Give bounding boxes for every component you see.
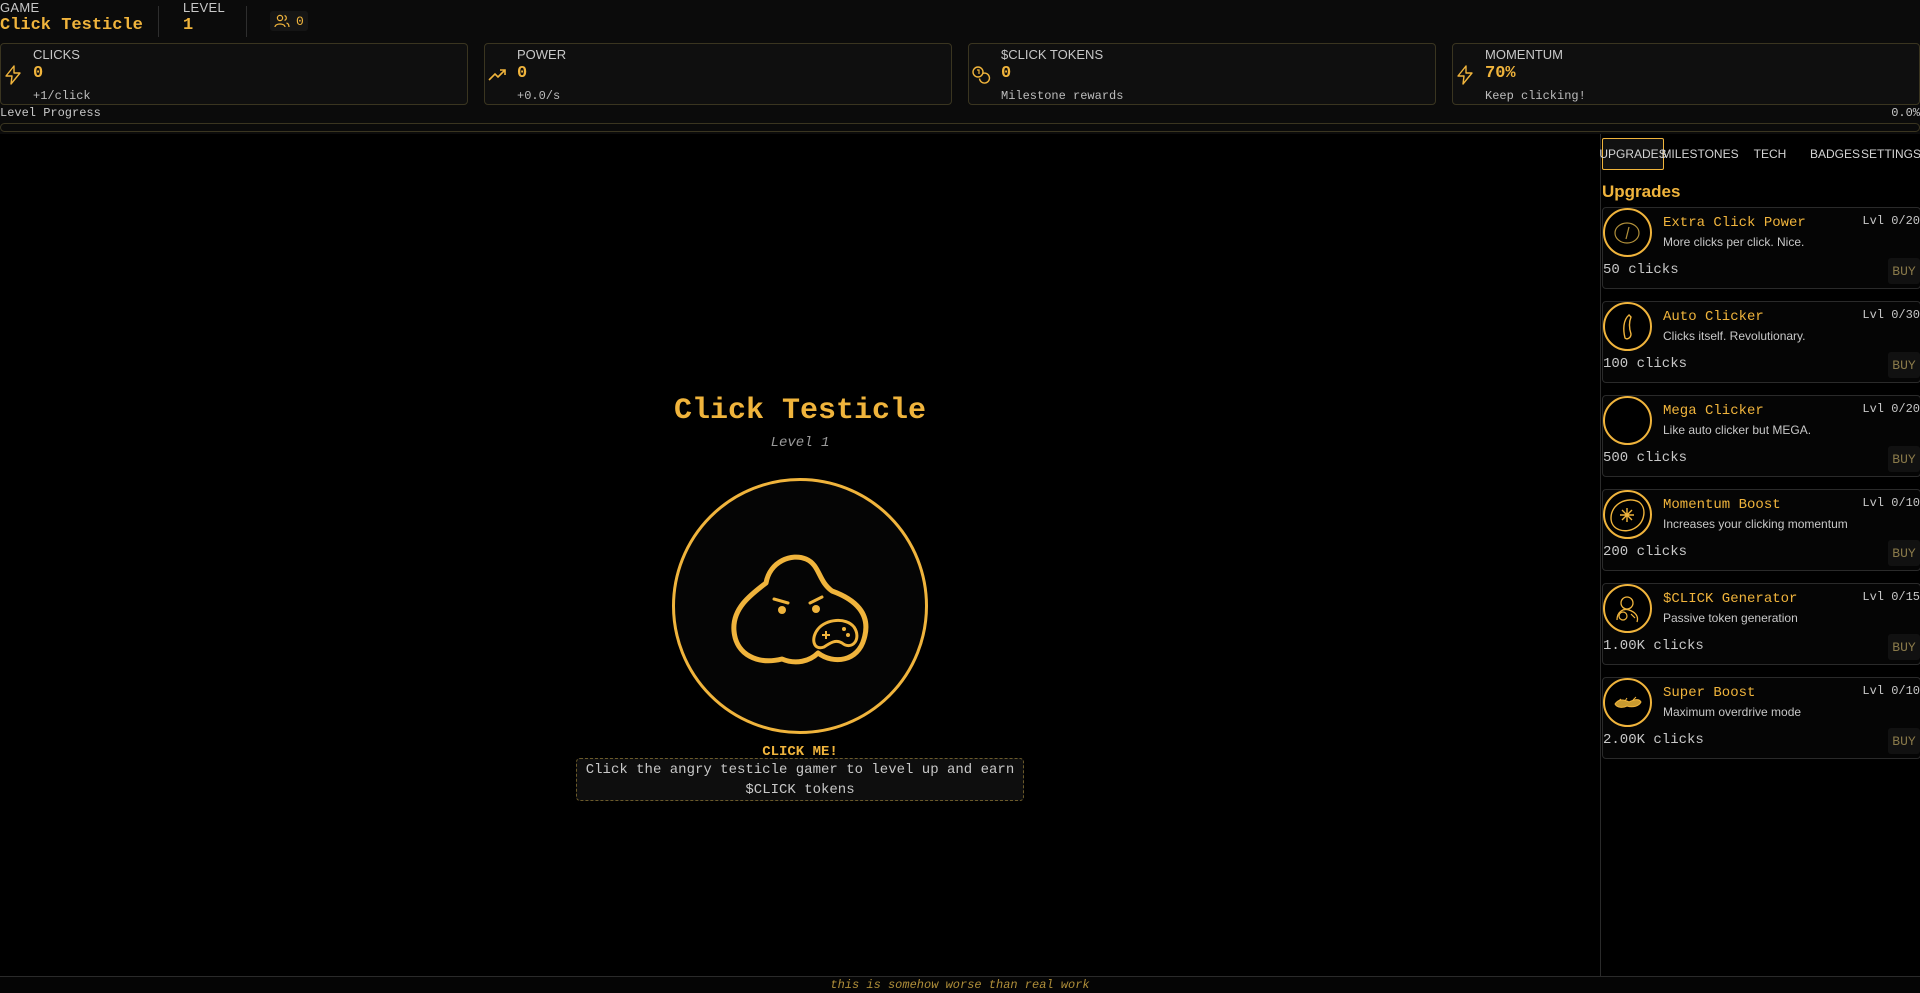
- players-count: 0: [296, 13, 304, 29]
- upgrade-level: Lvl 0/20: [1862, 402, 1920, 416]
- upgrade-cost: 200 clicks: [1603, 544, 1688, 560]
- players-indicator[interactable]: 0: [270, 11, 308, 31]
- tab-settings[interactable]: SETTINGS: [1860, 138, 1920, 170]
- upgrade-card-extra-click-power: Extra Click Power More clicks per click.…: [1602, 207, 1920, 289]
- upgrades-heading: Upgrades: [1602, 182, 1681, 201]
- auto-clicker-icon: [1623, 314, 1632, 340]
- upgrade-icon: [1603, 678, 1652, 727]
- upgrade-name: Mega Clicker: [1663, 403, 1764, 419]
- upgrade-desc: Increases your clicking momentum: [1663, 517, 1848, 531]
- upgrade-icon: [1603, 396, 1652, 445]
- angry-testicle-gamer-icon: [731, 554, 869, 665]
- game-name: Click Testicle: [0, 16, 143, 35]
- upgrade-level: Lvl 0/20: [1862, 214, 1920, 228]
- buy-button[interactable]: BUY: [1888, 352, 1920, 378]
- stat-sub: +0.0/s: [517, 89, 561, 103]
- upgrade-desc: Maximum overdrive mode: [1663, 705, 1802, 719]
- upgrade-card-click-generator: $CLICK Generator Passive token generatio…: [1602, 583, 1920, 665]
- upgrade-card-momentum-boost: Momentum Boost Increases your clicking m…: [1602, 489, 1920, 571]
- stat-label: CLICKS: [33, 47, 80, 62]
- upgrade-level: Lvl 0/10: [1862, 496, 1920, 510]
- upgrade-cost: 100 clicks: [1603, 356, 1688, 372]
- game-level-text: Level 1: [770, 435, 830, 451]
- level-value: 1: [183, 16, 194, 35]
- testicle-click-button[interactable]: [672, 478, 928, 734]
- upgrade-name: Momentum Boost: [1663, 497, 1781, 513]
- upgrade-icon: [1603, 302, 1652, 351]
- game-title: Click Testicle: [673, 394, 927, 428]
- upgrade-cost: 2.00K clicks: [1603, 732, 1704, 748]
- sidebar-tabs: UPGRADES MILESTONES TECH BADGES SETTINGS: [1599, 136, 1920, 170]
- stat-card-clicks: CLICKS 0 +1/click: [0, 43, 468, 105]
- click-power-icon: [1614, 222, 1640, 244]
- upgrade-desc: Clicks itself. Revolutionary.: [1663, 329, 1806, 343]
- header-divider: [246, 6, 247, 37]
- upgrade-card-super-boost: Super Boost Maximum overdrive mode Lvl 0…: [1602, 677, 1920, 759]
- header-divider: [158, 6, 159, 37]
- token-generator-icon: [1616, 596, 1639, 623]
- buy-button[interactable]: BUY: [1888, 258, 1920, 284]
- tab-tech[interactable]: TECH: [1744, 138, 1796, 170]
- tab-badges[interactable]: BADGES: [1802, 138, 1868, 170]
- tab-upgrades[interactable]: UPGRADES: [1599, 138, 1667, 170]
- game-label: GAME: [0, 0, 40, 15]
- buy-button[interactable]: BUY: [1888, 728, 1920, 754]
- users-icon: [274, 14, 290, 28]
- stat-value: 0: [517, 64, 528, 83]
- top-header: GAME Click Testicle LEVEL 1 0: [0, 0, 1920, 43]
- level-label: LEVEL: [183, 0, 225, 15]
- stats-bar: CLICKS 0 +1/click POWER 0 +0.0/s $CLICK …: [0, 43, 1920, 106]
- coins-icon: [972, 66, 991, 84]
- buy-button[interactable]: BUY: [1888, 634, 1920, 660]
- upgrade-desc: Passive token generation: [1663, 611, 1798, 625]
- lightning-icon: [1457, 65, 1473, 85]
- stat-card-power: POWER 0 +0.0/s: [484, 43, 952, 105]
- buy-button[interactable]: BUY: [1888, 446, 1920, 472]
- upgrade-cost: 50 clicks: [1603, 262, 1679, 278]
- sidebar: UPGRADES MILESTONES TECH BADGES SETTINGS…: [1599, 134, 1920, 976]
- game-area: Click Testicle Level 1 CLICK ME! Click t…: [0, 134, 1600, 976]
- buy-button[interactable]: BUY: [1888, 540, 1920, 566]
- upgrade-icon: [1603, 490, 1652, 539]
- progress-bar: [0, 123, 1920, 132]
- lightning-icon: [5, 65, 21, 85]
- stat-card-momentum: MOMENTUM 70% Keep clicking!: [1452, 43, 1920, 105]
- upgrade-icon: [1603, 208, 1652, 257]
- stat-sub: Milestone rewards: [1001, 89, 1124, 103]
- stat-label: POWER: [517, 47, 567, 62]
- super-boost-icon: [1614, 696, 1642, 708]
- level-progress: Level Progress 0.0%: [0, 106, 1920, 134]
- stat-sub: +1/click: [33, 89, 91, 103]
- stat-value: 70%: [1485, 64, 1516, 83]
- upgrade-level: Lvl 0/30: [1862, 308, 1920, 322]
- upgrade-level: Lvl 0/15: [1862, 590, 1920, 604]
- upgrade-desc: Like auto clicker but MEGA.: [1663, 423, 1812, 437]
- stat-card-tokens: $CLICK TOKENS 0 Milestone rewards: [968, 43, 1436, 105]
- momentum-boost-icon: [1610, 499, 1645, 532]
- stat-label: $CLICK TOKENS: [1001, 47, 1104, 62]
- upgrade-cost: 1.00K clicks: [1603, 638, 1704, 654]
- stat-sub: Keep clicking!: [1485, 89, 1586, 103]
- footer-tagline: this is somehow worse than real work: [0, 976, 1920, 993]
- upgrade-name: Auto Clicker: [1663, 309, 1764, 325]
- upgrade-name: Super Boost: [1663, 685, 1756, 701]
- stat-label: MOMENTUM: [1485, 47, 1563, 62]
- upgrade-cost: 500 clicks: [1603, 450, 1688, 466]
- progress-label: Level Progress: [0, 106, 101, 120]
- upgrade-card-auto-clicker: Auto Clicker Clicks itself. Revolutionar…: [1602, 301, 1920, 383]
- upgrade-name: $CLICK Generator: [1663, 591, 1798, 607]
- stat-value: 0: [33, 64, 44, 83]
- game-name-block: GAME Click Testicle: [0, 0, 143, 35]
- upgrade-card-mega-clicker: Mega Clicker Like auto clicker but MEGA.…: [1602, 395, 1920, 477]
- instructions-box: Click the angry testicle gamer to level …: [576, 758, 1024, 801]
- level-block: LEVEL 1: [183, 0, 225, 35]
- tab-milestones[interactable]: MILESTONES: [1661, 138, 1738, 170]
- upgrade-level: Lvl 0/10: [1862, 684, 1920, 698]
- trending-up-icon: [488, 69, 506, 81]
- upgrade-name: Extra Click Power: [1663, 215, 1806, 231]
- upgrade-desc: More clicks per click. Nice.: [1663, 235, 1805, 249]
- upgrade-icon: [1603, 584, 1652, 633]
- progress-percent: 0.0%: [1891, 106, 1920, 120]
- stat-value: 0: [1001, 64, 1012, 83]
